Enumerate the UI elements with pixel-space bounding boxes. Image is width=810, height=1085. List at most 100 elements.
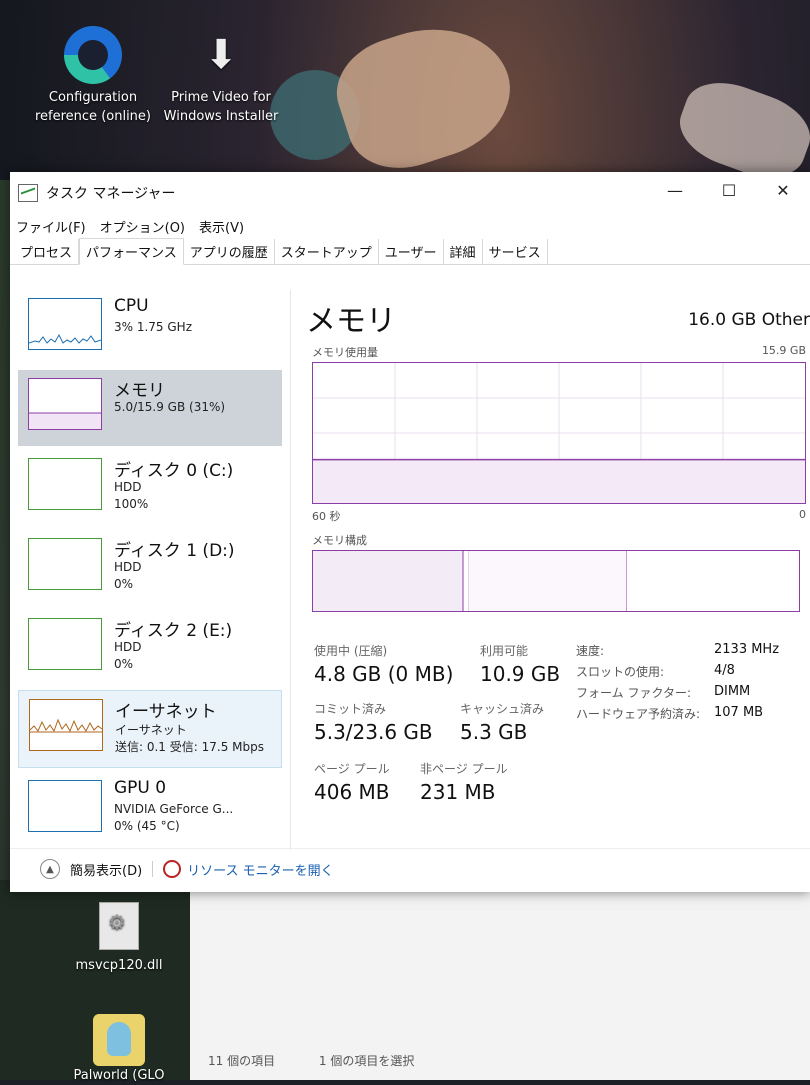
sidebar-item-memory[interactable]: メモリ 5.0/15.9 GB (31%)	[18, 370, 282, 446]
slots-value: 4/8	[714, 663, 735, 678]
window-title: タスク マネージャー	[46, 186, 176, 202]
wallpaper-art	[324, 6, 526, 184]
desktop-icon-label: msvcp120.dll	[75, 958, 163, 973]
ethernet-mini-graph	[29, 699, 103, 751]
window-footer: ▲ 簡易表示(D) リソース モニターを開く	[10, 848, 810, 889]
time-axis-right: 0	[799, 508, 806, 521]
form-factor-value: DIMM	[714, 684, 751, 699]
explorer-status-bar: 11 個の項目 1 個の項目を選択	[208, 1052, 454, 1069]
item-count: 11 個の項目	[208, 1054, 276, 1068]
hw-reserved-value: 107 MB	[714, 705, 764, 720]
sidebar-title: メモリ	[114, 381, 165, 401]
maximize-button[interactable]: ☐	[702, 172, 756, 208]
sidebar-detail: 0%	[114, 577, 134, 591]
title-bar[interactable]: タスク マネージャー — ☐ ✕	[10, 172, 810, 214]
sidebar-item-cpu[interactable]: CPU 3% 1.75 GHz	[18, 290, 282, 366]
sidebar-item-disk-2[interactable]: ディスク 2 (E:) HDD 0%	[18, 610, 282, 686]
nonpaged-pool-value: 231 MB	[420, 780, 496, 804]
memory-composition-bar[interactable]	[312, 550, 800, 612]
tab-app-history[interactable]: アプリの履歴	[184, 239, 275, 264]
sidebar-title: CPU	[114, 296, 149, 316]
usage-graph-label: メモリ使用量	[312, 346, 378, 359]
pane-divider[interactable]	[290, 290, 291, 850]
in-use-value: 4.8 GB (0 MB)	[314, 662, 454, 686]
desktop-icon-label: Windows Installer	[163, 109, 279, 124]
composition-label: メモリ構成	[312, 534, 367, 547]
sidebar-title: GPU 0	[114, 778, 167, 798]
fewer-details-link[interactable]: 簡易表示(D)	[70, 860, 142, 879]
desktop-icon-label: Configuration	[48, 90, 138, 105]
page-title: メモリ	[306, 304, 396, 339]
open-resource-monitor-link[interactable]: リソース モニターを開く	[187, 860, 333, 879]
desktop-icon-label: Prime Video for	[171, 90, 271, 105]
memory-usage-graph	[312, 362, 806, 504]
speed-value: 2133 MHz	[714, 642, 780, 657]
available-value: 10.9 GB	[480, 662, 561, 686]
nonpaged-pool-label: 非ページ プール	[420, 762, 508, 776]
tab-performance[interactable]: パフォーマンス	[79, 238, 184, 265]
sidebar-item-gpu-0[interactable]: GPU 0 NVIDIA GeForce G... 0% (45 °C)	[18, 772, 282, 848]
sidebar-title: ディスク 2 (E:)	[114, 621, 233, 641]
form-factor-label: フォーム ファクター:	[576, 686, 692, 700]
slots-label: スロットの使用:	[576, 665, 665, 679]
task-manager-icon	[18, 184, 38, 202]
sidebar-title: ディスク 0 (C:)	[114, 461, 234, 481]
tab-processes[interactable]: プロセス	[14, 239, 80, 264]
selected-count: 1 個の項目を選択	[318, 1054, 415, 1068]
committed-label: コミット済み	[314, 702, 387, 716]
sidebar-detail: 送信: 0.1 受信: 17.5 Mbps	[115, 740, 264, 754]
palworld-icon	[93, 1014, 145, 1066]
memory-mini-graph	[28, 378, 102, 430]
edge-icon	[64, 26, 122, 84]
tab-bar: プロセス パフォーマンス アプリの履歴 スタートアップ ユーザー 詳細 サービス	[10, 238, 810, 265]
composition-free[interactable]	[627, 551, 799, 611]
memory-capacity: 16.0 GB Other	[688, 310, 810, 330]
tab-details[interactable]: 詳細	[444, 239, 483, 264]
cpu-mini-graph	[28, 298, 102, 350]
sidebar-detail: NVIDIA GeForce G...	[114, 802, 234, 816]
cached-label: キャッシュ済み	[460, 702, 545, 716]
disk0-mini-graph	[28, 458, 102, 510]
resource-monitor-icon	[163, 860, 182, 878]
sidebar-item-disk-0[interactable]: ディスク 0 (C:) HDD 100%	[18, 450, 282, 526]
sidebar-detail: 5.0/15.9 GB (31%)	[114, 400, 226, 414]
dll-file-icon	[99, 902, 139, 950]
composition-in-use[interactable]	[313, 551, 463, 611]
menu-options[interactable]: オプション(O)	[100, 217, 185, 236]
hw-reserved-label: ハードウェア予約済み:	[576, 707, 701, 721]
time-axis-left: 60 秒	[312, 510, 341, 523]
sidebar-detail: イーサネット	[115, 723, 187, 737]
menu-bar: ファイル(F) オプション(O) 表示(V)	[10, 214, 810, 238]
cached-value: 5.3 GB	[460, 720, 528, 744]
tab-startup[interactable]: スタートアップ	[275, 239, 379, 264]
menu-view[interactable]: 表示(V)	[199, 217, 244, 236]
minimize-button[interactable]: —	[648, 172, 702, 208]
paged-pool-value: 406 MB	[314, 780, 390, 804]
committed-value: 5.3/23.6 GB	[314, 720, 433, 744]
sidebar-detail: HDD	[114, 480, 142, 494]
sidebar-item-disk-1[interactable]: ディスク 1 (D:) HDD 0%	[18, 530, 282, 606]
chevron-up-icon[interactable]: ▲	[40, 859, 60, 879]
tab-services[interactable]: サービス	[483, 239, 548, 264]
disk2-mini-graph	[28, 618, 102, 670]
desktop-icon-msvcp120[interactable]: msvcp120.dll	[54, 902, 184, 975]
sidebar-detail: HDD	[114, 560, 142, 574]
sidebar-detail: 0%	[114, 657, 134, 671]
footer-separator	[152, 861, 154, 877]
desktop-icon-palworld[interactable]: Palworld (GLO	[54, 1014, 184, 1085]
gpu-mini-graph	[28, 780, 102, 832]
desktop-icon-label: reference (online)	[34, 109, 151, 124]
composition-standby[interactable]	[469, 551, 627, 611]
desktop-icon-prime-video-installer[interactable]: ⬇ Prime Video for Windows Installer	[156, 26, 286, 126]
paged-pool-label: ページ プール	[314, 762, 390, 776]
sidebar-detail: 100%	[114, 497, 149, 511]
close-button[interactable]: ✕	[756, 172, 810, 208]
menu-file[interactable]: ファイル(F)	[16, 217, 86, 236]
desktop-icon-label: Palworld (GLO	[73, 1068, 165, 1083]
desktop-icon-config-reference[interactable]: Configuration reference (online)	[28, 26, 158, 126]
sidebar-item-ethernet[interactable]: イーサネット イーサネット 送信: 0.1 受信: 17.5 Mbps	[18, 690, 282, 768]
speed-label: 速度:	[576, 644, 605, 658]
tab-users[interactable]: ユーザー	[379, 239, 444, 264]
available-label: 利用可能	[480, 644, 529, 658]
performance-sidebar: CPU 3% 1.75 GHz メモリ 5.0/15.9 GB (31%) ディ…	[18, 290, 282, 845]
